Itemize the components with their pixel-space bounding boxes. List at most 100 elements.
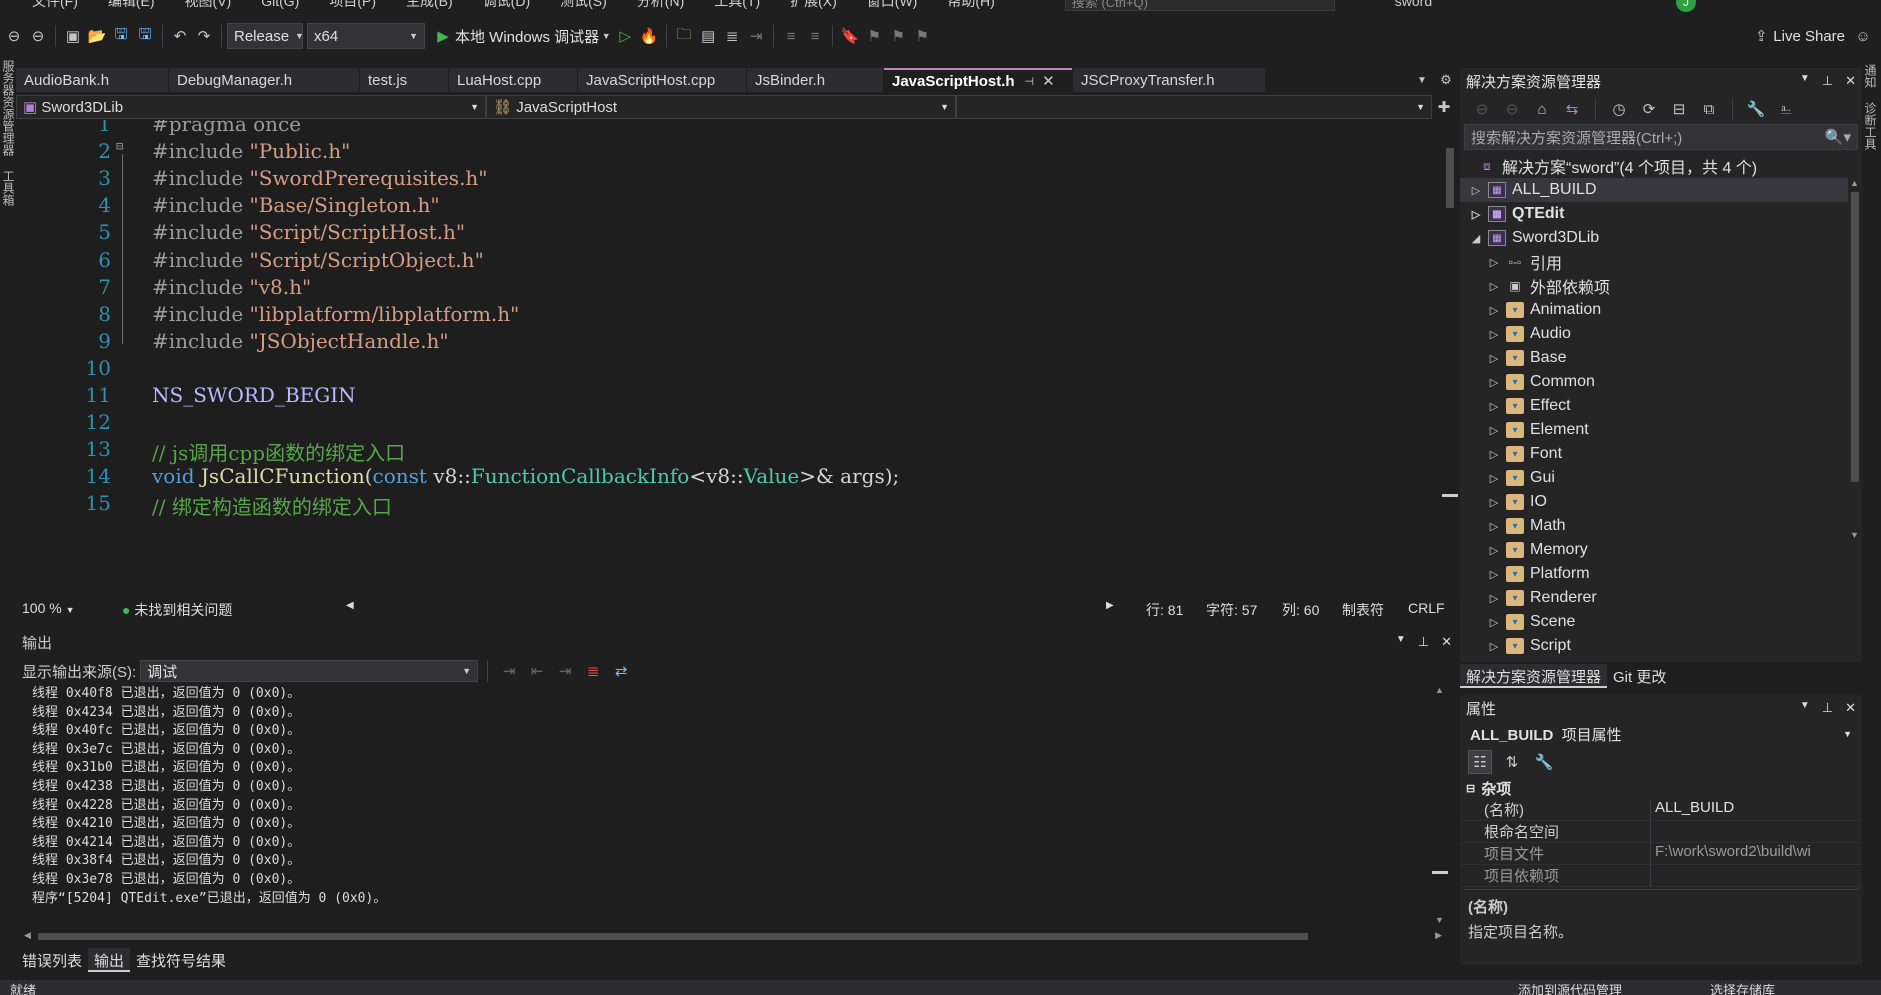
tab-solution-explorer[interactable]: 解决方案资源管理器 <box>1460 664 1608 688</box>
solution-search-input[interactable]: 搜索解决方案资源管理器(Ctrl+;) 🔍▾ <box>1464 124 1858 150</box>
word-wrap-icon[interactable]: ⇄ <box>609 659 633 683</box>
scroll-up-icon[interactable]: ▲ <box>1435 685 1444 695</box>
tree-item[interactable]: ▷ ▾ Font <box>1460 442 1862 466</box>
debugger-button[interactable]: 本地 Windows 调试器 <box>455 26 599 47</box>
scroll-right-icon[interactable]: ▶ <box>1106 600 1114 611</box>
menu-extensions[interactable]: 扩展(X) <box>790 0 837 11</box>
tab-find-symbol-results[interactable]: 查找符号结果 <box>130 948 232 972</box>
save-all-icon[interactable]: 🖫 <box>133 24 157 48</box>
code-line[interactable]: #include "Base/Singleton.h" <box>152 193 440 217</box>
expand-arrow-icon[interactable]: ▷ <box>1468 208 1484 221</box>
forward-icon[interactable]: ⊖ <box>1500 97 1524 121</box>
property-value[interactable] <box>1650 821 1862 843</box>
close-icon[interactable]: ✕ <box>1845 73 1856 89</box>
code-line[interactable]: #include "SwordPrerequisites.h" <box>152 166 488 190</box>
tab-error-list[interactable]: 错误列表 <box>16 948 88 972</box>
scroll-left-icon[interactable]: ◀ <box>24 930 31 941</box>
expand-arrow-icon[interactable]: ▷ <box>1468 184 1484 197</box>
menu-edit[interactable]: 编辑(E) <box>108 0 155 11</box>
pin-icon[interactable]: ⊥ <box>1822 73 1833 89</box>
chevron-down-icon[interactable]: ▼ <box>1396 634 1406 650</box>
output-horizontal-scrollbar[interactable]: ◀ ▶ <box>22 928 1442 944</box>
tab-jscproxytransfer[interactable]: JSCProxyTransfer.h <box>1073 68 1265 92</box>
next-bookmark-icon[interactable]: ⚑ <box>886 24 910 48</box>
expand-arrow-icon[interactable]: ▷ <box>1486 280 1502 293</box>
scope-nav-dropdown[interactable]: ⛓ JavaScriptHost ▼ <box>486 95 956 119</box>
tree-item[interactable]: ▷ ▾ Effect <box>1460 394 1862 418</box>
notifications-tab[interactable]: 通知 <box>1862 64 1879 88</box>
tree-item[interactable]: ▷ ▾ Audio <box>1460 322 1862 346</box>
property-value[interactable]: ALL_BUILD <box>1650 799 1862 821</box>
tree-item[interactable]: ▷ ▾ Math <box>1460 514 1862 538</box>
editor-vertical-scrollbar[interactable] <box>1442 120 1458 596</box>
scroll-left-icon[interactable]: ◀ <box>346 600 354 611</box>
close-icon[interactable]: ✕ <box>1845 700 1856 716</box>
output-vertical-scrollbar[interactable]: ▲ ▼ <box>1432 685 1448 925</box>
expand-arrow-icon[interactable]: ▷ <box>1486 400 1502 413</box>
menu-help[interactable]: 帮助(H) <box>947 0 994 11</box>
categorized-icon[interactable]: ☷ <box>1468 750 1492 774</box>
tab-audiobank[interactable]: AudioBank.h <box>16 68 168 92</box>
member-nav-dropdown[interactable]: ▼ <box>956 95 1432 119</box>
layout-icon[interactable]: ▤ <box>696 24 720 48</box>
code-line[interactable]: // 绑定构造函数的绑定入口 <box>152 491 392 520</box>
expand-arrow-icon[interactable]: ▷ <box>1486 544 1502 557</box>
select-repository[interactable]: 选择存储库 <box>1710 980 1775 995</box>
menu-build[interactable]: 生成(B) <box>406 0 453 11</box>
solution-vertical-scrollbar[interactable]: ▲ ▼ <box>1848 178 1862 662</box>
collapse-icon[interactable]: ⊟ <box>1466 782 1475 795</box>
start-without-debug-icon[interactable]: ▷ <box>613 24 637 48</box>
pending-changes-icon[interactable]: ◷ <box>1607 97 1631 121</box>
code-line[interactable]: #include "Script/ScriptHost.h" <box>152 220 465 244</box>
clear-all-icon[interactable]: ≣ <box>581 659 605 683</box>
tabs-indicator[interactable]: 制表符 <box>1342 600 1384 620</box>
fold-icon[interactable]: ⊟ <box>116 139 123 153</box>
tree-item[interactable]: ▷ ▾ Memory <box>1460 538 1862 562</box>
align-icon[interactable]: ≣ <box>720 24 744 48</box>
property-object-selector[interactable]: ALL_BUILD 项目属性 ▼ <box>1464 721 1858 747</box>
scrollbar-thumb[interactable] <box>1432 871 1448 874</box>
chevron-down-icon[interactable]: ▼ <box>1800 73 1810 89</box>
config-dropdown[interactable]: Release ▼ <box>227 23 304 49</box>
wrench-icon[interactable]: 🔧 <box>1744 97 1768 121</box>
expand-arrow-icon[interactable]: ▷ <box>1486 616 1502 629</box>
code-line[interactable]: NS_SWORD_BEGIN <box>152 383 356 407</box>
expand-arrow-icon[interactable]: ▷ <box>1486 376 1502 389</box>
browse-folder-icon[interactable]: 🗀 <box>672 24 696 48</box>
hot-reload-icon[interactable]: 🔥 <box>637 24 661 48</box>
pin-icon[interactable]: ⊥ <box>1822 700 1833 716</box>
menu-window[interactable]: 窗口(W) <box>867 0 918 11</box>
expand-arrow-icon[interactable]: ▷ <box>1486 448 1502 461</box>
tree-item[interactable]: ▷ ▣ 外部依赖项 <box>1460 274 1862 298</box>
chevron-down-icon[interactable]: ▼ <box>1800 700 1810 716</box>
code-line[interactable]: #pragma once <box>152 120 301 136</box>
tree-item[interactable]: ▷ ▾ Script <box>1460 634 1862 658</box>
menu-debug[interactable]: 调试(D) <box>483 0 530 11</box>
tree-item[interactable]: ▷ ▫-▫ 引用 <box>1460 250 1862 274</box>
pin-icon[interactable]: ⊣ <box>1025 75 1035 88</box>
project-nav-dropdown[interactable]: ▣ Sword3DLib ▼ <box>16 95 486 119</box>
menu-view[interactable]: 视图(V) <box>185 0 232 11</box>
expand-arrow-icon[interactable]: ▷ <box>1486 424 1502 437</box>
property-value[interactable] <box>1650 865 1862 887</box>
clear-bookmarks-icon[interactable]: ⚑ <box>910 24 934 48</box>
tree-item[interactable]: ▷ ▾ Platform <box>1460 562 1862 586</box>
undo-icon[interactable]: ↶ <box>168 24 192 48</box>
code-line[interactable]: #include "v8.h" <box>152 275 311 299</box>
server-explorer-tab[interactable]: 服务器资源管理器 <box>0 60 17 156</box>
tree-project-qtedit[interactable]: ▷ ▦ QTEdit <box>1460 202 1862 226</box>
expand-arrow-icon[interactable]: ▷ <box>1486 592 1502 605</box>
tree-item[interactable]: ▷ ▾ Common <box>1460 370 1862 394</box>
output-source-dropdown[interactable]: 调试 ▼ <box>140 660 479 682</box>
expand-arrow-icon[interactable]: ▷ <box>1486 472 1502 485</box>
code-editor[interactable]: 1 #pragma once 2 #include "Public.h" 3 #inclu… <box>16 120 1442 596</box>
save-icon[interactable]: 🖫 <box>109 24 133 48</box>
platform-dropdown[interactable]: x64 ▼ <box>307 23 425 49</box>
home-icon[interactable]: ⌂ <box>1530 97 1554 121</box>
tree-item[interactable]: ▷ ▾ Animation <box>1460 298 1862 322</box>
open-folder-icon[interactable]: 📂 <box>85 24 109 48</box>
split-icon[interactable]: ✚ <box>1432 95 1456 119</box>
redo-icon[interactable]: ↷ <box>192 24 216 48</box>
bookmark-icon[interactable]: 🔖 <box>838 24 862 48</box>
tree-item[interactable]: ▷ ▾ IO <box>1460 490 1862 514</box>
